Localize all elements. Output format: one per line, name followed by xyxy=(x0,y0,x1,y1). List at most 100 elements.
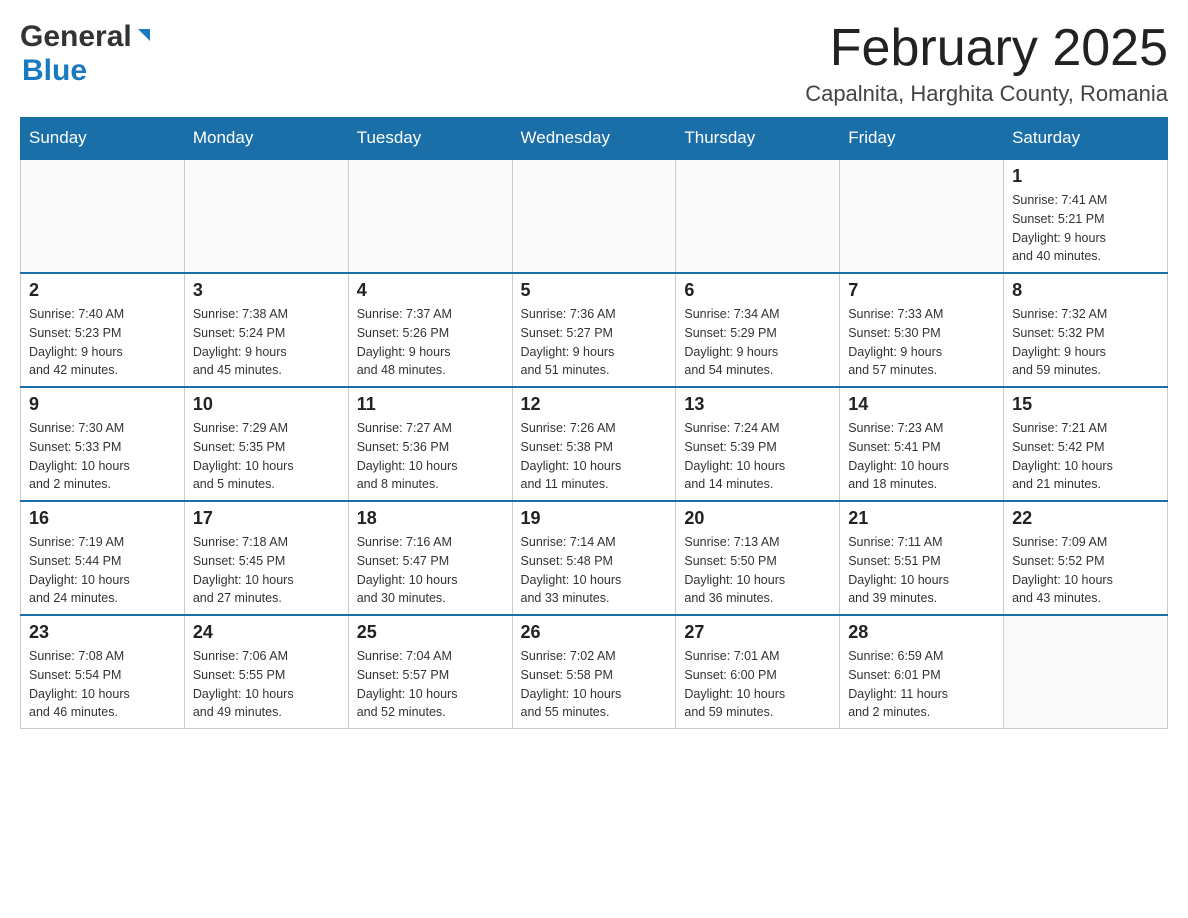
day-info: Sunrise: 7:24 AMSunset: 5:39 PMDaylight:… xyxy=(684,419,831,494)
day-info: Sunrise: 7:09 AMSunset: 5:52 PMDaylight:… xyxy=(1012,533,1159,608)
day-info: Sunrise: 7:33 AMSunset: 5:30 PMDaylight:… xyxy=(848,305,995,380)
day-number: 1 xyxy=(1012,166,1159,187)
calendar-cell: 6 Sunrise: 7:34 AMSunset: 5:29 PMDaylight… xyxy=(676,273,840,387)
day-info: Sunrise: 7:41 AMSunset: 5:21 PMDaylight:… xyxy=(1012,191,1159,266)
calendar-cell: 10Sunrise: 7:29 AMSunset: 5:35 PMDayligh… xyxy=(184,387,348,501)
calendar-cell: 19Sunrise: 7:14 AMSunset: 5:48 PMDayligh… xyxy=(512,501,676,615)
logo: General Blue xyxy=(20,20,154,88)
day-number: 18 xyxy=(357,508,504,529)
day-info: Sunrise: 7:21 AMSunset: 5:42 PMDaylight:… xyxy=(1012,419,1159,494)
day-info: Sunrise: 7:40 AMSunset: 5:23 PMDaylight:… xyxy=(29,305,176,380)
weekday-header-row: Sunday Monday Tuesday Wednesday Thursday… xyxy=(21,118,1168,160)
calendar-cell: 2 Sunrise: 7:40 AMSunset: 5:23 PMDaylight… xyxy=(21,273,185,387)
calendar-cell xyxy=(512,159,676,273)
day-number: 23 xyxy=(29,622,176,643)
day-number: 7 xyxy=(848,280,995,301)
logo-general-text: General xyxy=(20,20,132,54)
calendar-cell: 23 Sunrise: 7:08 AMSunset: 5:54 PMDayligh… xyxy=(21,615,185,729)
day-number: 15 xyxy=(1012,394,1159,415)
calendar-cell: 28Sunrise: 6:59 AMSunset: 6:01 PMDayligh… xyxy=(840,615,1004,729)
day-info: Sunrise: 7:32 AMSunset: 5:32 PMDaylight:… xyxy=(1012,305,1159,380)
calendar-cell xyxy=(21,159,185,273)
calendar-cell: 1 Sunrise: 7:41 AMSunset: 5:21 PMDaylight… xyxy=(1004,159,1168,273)
day-number: 10 xyxy=(193,394,340,415)
week-row-2: 2 Sunrise: 7:40 AMSunset: 5:23 PMDaylight… xyxy=(21,273,1168,387)
calendar-cell: 12Sunrise: 7:26 AMSunset: 5:38 PMDayligh… xyxy=(512,387,676,501)
calendar-cell: 16 Sunrise: 7:19 AMSunset: 5:44 PMDayligh… xyxy=(21,501,185,615)
calendar-cell xyxy=(840,159,1004,273)
calendar-cell xyxy=(184,159,348,273)
day-info: Sunrise: 7:19 AMSunset: 5:44 PMDaylight:… xyxy=(29,533,176,608)
day-number: 3 xyxy=(193,280,340,301)
day-info: Sunrise: 7:30 AMSunset: 5:33 PMDaylight:… xyxy=(29,419,176,494)
day-info: Sunrise: 7:38 AMSunset: 5:24 PMDaylight:… xyxy=(193,305,340,380)
calendar-cell: 18Sunrise: 7:16 AMSunset: 5:47 PMDayligh… xyxy=(348,501,512,615)
calendar-cell: 21Sunrise: 7:11 AMSunset: 5:51 PMDayligh… xyxy=(840,501,1004,615)
day-number: 8 xyxy=(1012,280,1159,301)
calendar-cell: 26 Sunrise: 7:02 AMSunset: 5:58 PMDayligh… xyxy=(512,615,676,729)
day-number: 2 xyxy=(29,280,176,301)
day-number: 5 xyxy=(521,280,668,301)
day-info: Sunrise: 7:06 AMSunset: 5:55 PMDaylight:… xyxy=(193,647,340,722)
day-number: 11 xyxy=(357,394,504,415)
day-info: Sunrise: 7:37 AMSunset: 5:26 PMDaylight:… xyxy=(357,305,504,380)
day-number: 25 xyxy=(357,622,504,643)
calendar-table: Sunday Monday Tuesday Wednesday Thursday… xyxy=(20,117,1168,729)
week-row-5: 23 Sunrise: 7:08 AMSunset: 5:54 PMDayligh… xyxy=(21,615,1168,729)
header-monday: Monday xyxy=(184,118,348,160)
day-number: 20 xyxy=(684,508,831,529)
calendar-cell: 5Sunrise: 7:36 AMSunset: 5:27 PMDaylight… xyxy=(512,273,676,387)
header-sunday: Sunday xyxy=(21,118,185,160)
calendar-cell: 8 Sunrise: 7:32 AMSunset: 5:32 PMDaylight… xyxy=(1004,273,1168,387)
day-info: Sunrise: 7:02 AMSunset: 5:58 PMDaylight:… xyxy=(521,647,668,722)
day-info: Sunrise: 7:18 AMSunset: 5:45 PMDaylight:… xyxy=(193,533,340,608)
calendar-cell: 4Sunrise: 7:37 AMSunset: 5:26 PMDaylight… xyxy=(348,273,512,387)
day-info: Sunrise: 6:59 AMSunset: 6:01 PMDaylight:… xyxy=(848,647,995,722)
day-number: 17 xyxy=(193,508,340,529)
calendar-cell: 24 Sunrise: 7:06 AMSunset: 5:55 PMDayligh… xyxy=(184,615,348,729)
calendar-cell: 25 Sunrise: 7:04 AMSunset: 5:57 PMDayligh… xyxy=(348,615,512,729)
header-tuesday: Tuesday xyxy=(348,118,512,160)
day-number: 22 xyxy=(1012,508,1159,529)
day-info: Sunrise: 7:13 AMSunset: 5:50 PMDaylight:… xyxy=(684,533,831,608)
day-number: 24 xyxy=(193,622,340,643)
month-title: February 2025 xyxy=(805,20,1168,77)
calendar-cell: 15 Sunrise: 7:21 AMSunset: 5:42 PMDayligh… xyxy=(1004,387,1168,501)
day-info: Sunrise: 7:14 AMSunset: 5:48 PMDaylight:… xyxy=(521,533,668,608)
day-number: 27 xyxy=(684,622,831,643)
day-number: 6 xyxy=(684,280,831,301)
header-friday: Friday xyxy=(840,118,1004,160)
header-wednesday: Wednesday xyxy=(512,118,676,160)
location-title: Capalnita, Harghita County, Romania xyxy=(805,81,1168,107)
day-info: Sunrise: 7:08 AMSunset: 5:54 PMDaylight:… xyxy=(29,647,176,722)
calendar-cell: 7 Sunrise: 7:33 AMSunset: 5:30 PMDaylight… xyxy=(840,273,1004,387)
calendar-cell: 11 Sunrise: 7:27 AMSunset: 5:36 PMDayligh… xyxy=(348,387,512,501)
day-number: 14 xyxy=(848,394,995,415)
day-info: Sunrise: 7:01 AMSunset: 6:00 PMDaylight:… xyxy=(684,647,831,722)
calendar-cell: 9 Sunrise: 7:30 AMSunset: 5:33 PMDaylight… xyxy=(21,387,185,501)
day-number: 12 xyxy=(521,394,668,415)
page-header: General Blue February 2025 Capalnita, Ha… xyxy=(20,20,1168,107)
day-number: 9 xyxy=(29,394,176,415)
title-block: February 2025 Capalnita, Harghita County… xyxy=(805,20,1168,107)
day-info: Sunrise: 7:34 AMSunset: 5:29 PMDaylight:… xyxy=(684,305,831,380)
week-row-4: 16 Sunrise: 7:19 AMSunset: 5:44 PMDayligh… xyxy=(21,501,1168,615)
day-number: 26 xyxy=(521,622,668,643)
header-saturday: Saturday xyxy=(1004,118,1168,160)
week-row-1: 1 Sunrise: 7:41 AMSunset: 5:21 PMDaylight… xyxy=(21,159,1168,273)
calendar-cell: 27 Sunrise: 7:01 AMSunset: 6:00 PMDayligh… xyxy=(676,615,840,729)
calendar-cell: 17 Sunrise: 7:18 AMSunset: 5:45 PMDayligh… xyxy=(184,501,348,615)
calendar-cell: 3 Sunrise: 7:38 AMSunset: 5:24 PMDaylight… xyxy=(184,273,348,387)
calendar-cell: 22 Sunrise: 7:09 AMSunset: 5:52 PMDayligh… xyxy=(1004,501,1168,615)
day-number: 13 xyxy=(684,394,831,415)
calendar-cell: 14Sunrise: 7:23 AMSunset: 5:41 PMDayligh… xyxy=(840,387,1004,501)
calendar-cell xyxy=(1004,615,1168,729)
logo-blue-text: Blue xyxy=(22,54,87,87)
calendar-cell xyxy=(676,159,840,273)
header-thursday: Thursday xyxy=(676,118,840,160)
day-info: Sunrise: 7:27 AMSunset: 5:36 PMDaylight:… xyxy=(357,419,504,494)
logo-arrow-icon xyxy=(134,25,154,50)
day-info: Sunrise: 7:04 AMSunset: 5:57 PMDaylight:… xyxy=(357,647,504,722)
day-number: 16 xyxy=(29,508,176,529)
day-number: 21 xyxy=(848,508,995,529)
